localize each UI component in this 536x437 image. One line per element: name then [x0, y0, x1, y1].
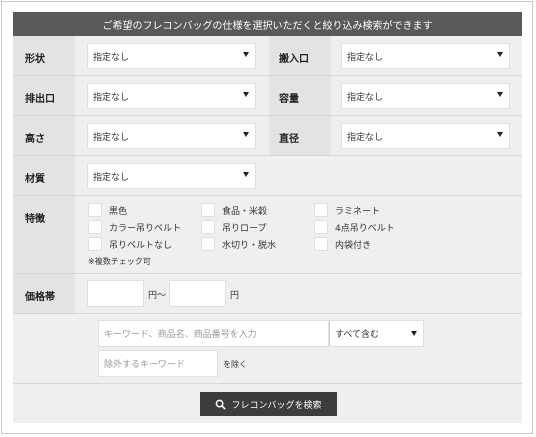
- form-header: ご希望のフレコンバッグの仕様を選択いただくと絞り込み検索ができます: [13, 12, 522, 36]
- height-label: 高さ: [25, 134, 45, 145]
- outlet-select[interactable]: 指定なし: [87, 83, 256, 109]
- checkbox-box[interactable]: [88, 237, 102, 251]
- checkbox-label: 水切り・脱水: [222, 240, 277, 251]
- chevron-down-icon: [497, 92, 503, 97]
- checkbox-label: 吊りロープ: [222, 223, 267, 234]
- checkbox-box[interactable]: [314, 203, 328, 217]
- chevron-down-icon: [497, 132, 503, 137]
- checkbox-label: 吊りベルトなし: [109, 240, 173, 251]
- shape-select-value: 指定なし: [93, 52, 130, 63]
- exclude-keyword-placeholder: 除外するキーワード: [104, 360, 186, 370]
- feature-checkbox-drain[interactable]: 水切り・脱水: [201, 237, 276, 251]
- chevron-down-icon: [243, 172, 249, 177]
- price-min-input[interactable]: [87, 280, 144, 307]
- diameter-select-value: 指定なし: [347, 132, 384, 143]
- outlet-label: 排出口: [25, 94, 55, 105]
- inlet-select-value: 指定なし: [347, 52, 384, 63]
- shape-select[interactable]: 指定なし: [87, 43, 256, 69]
- material-select-value: 指定なし: [93, 172, 130, 183]
- filter-row-material: 材質 指定なし: [13, 156, 522, 196]
- inlet-select[interactable]: 指定なし: [341, 43, 510, 69]
- material-label: 材質: [25, 174, 45, 185]
- checkbox-label: ラミネート: [335, 206, 381, 217]
- search-button[interactable]: フレコンバッグを検索: [200, 392, 337, 416]
- price-from-unit: 円〜: [148, 291, 167, 301]
- checkbox-label: 食品・米穀: [222, 206, 268, 217]
- chevron-down-icon: [243, 92, 249, 97]
- checkbox-label: 4点吊りベルト: [335, 223, 395, 234]
- checkbox-label: カラー吊りベルト: [109, 223, 182, 234]
- keyword-match-select[interactable]: すべて含む: [329, 320, 424, 347]
- exclude-keyword-input[interactable]: 除外するキーワード: [98, 350, 218, 377]
- feature-checkbox-no-belt[interactable]: 吊りベルトなし: [88, 237, 172, 251]
- search-icon: [216, 399, 227, 410]
- exclude-suffix: を除く: [223, 360, 247, 369]
- feature-checkbox-food-rice[interactable]: 食品・米穀: [201, 203, 267, 217]
- search-button-label: フレコンバッグを検索: [231, 400, 322, 411]
- material-select[interactable]: 指定なし: [87, 163, 256, 189]
- checkbox-label: 黒色: [109, 206, 128, 217]
- shape-label: 形状: [25, 54, 45, 65]
- capacity-select-value: 指定なし: [347, 92, 384, 103]
- diameter-select[interactable]: 指定なし: [341, 123, 510, 149]
- filter-row-height-diameter: 高さ 指定なし 直径 指定なし: [13, 116, 522, 156]
- filter-panel: 形状 指定なし 搬入口 指定なし 排出口 指定なし 容量 指定なし 高さ 指定な…: [13, 36, 522, 423]
- price-to-unit: 円: [230, 291, 240, 301]
- feature-checkbox-laminate[interactable]: ラミネート: [314, 203, 380, 217]
- feature-checkbox-color-belt[interactable]: カラー吊りベルト: [88, 220, 181, 234]
- checkbox-box[interactable]: [88, 203, 102, 217]
- chevron-down-icon: [411, 331, 417, 336]
- feature-checkbox-black[interactable]: 黒色: [88, 203, 127, 217]
- multi-select-note: ※複数チェック可: [88, 257, 151, 266]
- outlet-select-value: 指定なし: [93, 92, 130, 103]
- filter-row-price: 価格帯 円〜 円: [13, 274, 522, 314]
- capacity-label: 容量: [279, 94, 299, 105]
- height-select-value: 指定なし: [93, 132, 130, 143]
- price-max-input[interactable]: [169, 280, 226, 307]
- filter-row-outlet-capacity: 排出口 指定なし 容量 指定なし: [13, 76, 522, 116]
- height-select[interactable]: 指定なし: [87, 123, 256, 149]
- chevron-down-icon: [497, 52, 503, 57]
- checkbox-box[interactable]: [201, 203, 215, 217]
- checkbox-box[interactable]: [314, 220, 328, 234]
- inlet-label: 搬入口: [279, 54, 309, 65]
- price-label: 価格帯: [25, 292, 55, 303]
- keyword-match-value: すべて含む: [335, 330, 380, 340]
- filter-row-shape-inlet: 形状 指定なし 搬入口 指定なし: [13, 36, 522, 76]
- checkbox-box[interactable]: [314, 237, 328, 251]
- keyword-placeholder: キーワード、商品名、商品番号を入力: [104, 330, 257, 340]
- capacity-select[interactable]: 指定なし: [341, 83, 510, 109]
- checkbox-box[interactable]: [201, 220, 215, 234]
- feature-checkbox-rope[interactable]: 吊りロープ: [201, 220, 266, 234]
- diameter-label: 直径: [279, 134, 299, 145]
- chevron-down-icon: [243, 132, 249, 137]
- filter-row-keyword: キーワード、商品名、商品番号を入力 すべて含む 除外するキーワード を除く: [13, 314, 522, 384]
- chevron-down-icon: [243, 52, 249, 57]
- filter-row-features: 特徴 黒色 食品・米穀 ラミネート カラー吊りベルト 吊りロープ 4点吊りベルト…: [13, 196, 522, 274]
- checkbox-box[interactable]: [201, 237, 215, 251]
- feature-checkbox-inner-bag[interactable]: 内袋付き: [314, 237, 371, 251]
- checkbox-label: 内袋付き: [335, 240, 372, 251]
- keyword-input[interactable]: キーワード、商品名、商品番号を入力: [98, 320, 329, 347]
- features-label: 特徴: [25, 214, 45, 225]
- form-header-text: ご希望のフレコンバッグの仕様を選択いただくと絞り込み検索ができます: [102, 20, 433, 32]
- checkbox-box[interactable]: [88, 220, 102, 234]
- feature-checkbox-4point-belt[interactable]: 4点吊りベルト: [314, 220, 395, 234]
- label-cell: [13, 196, 75, 273]
